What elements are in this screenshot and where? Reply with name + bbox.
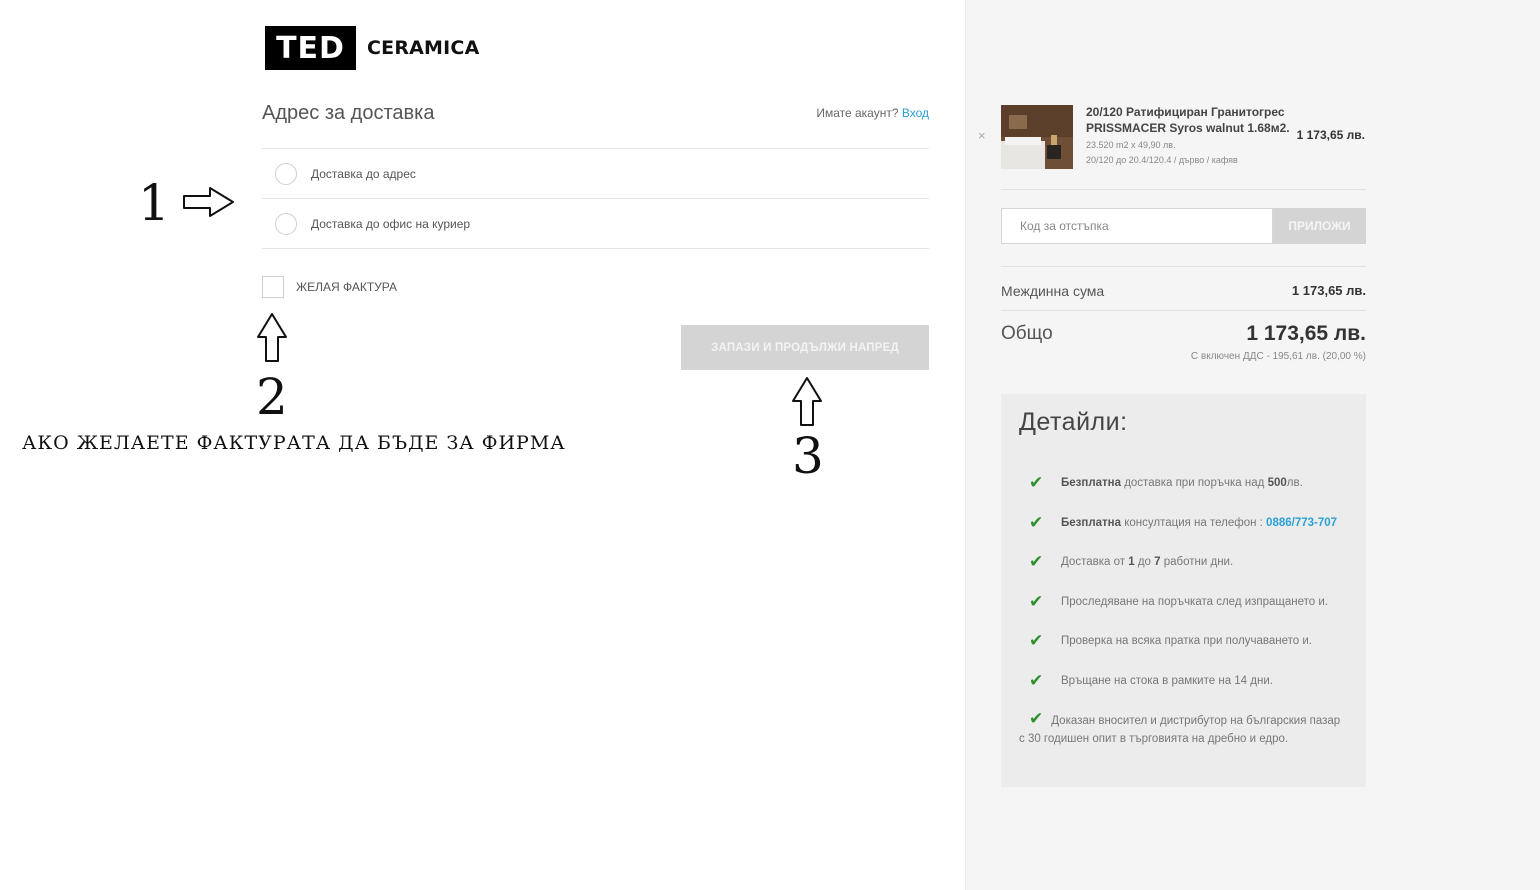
account-prompt-text: Имате акаунт?	[816, 106, 899, 120]
details-box: Детайли: ✔ Безплатна доставка при поръчк…	[1001, 394, 1366, 787]
arrow-up-icon	[257, 313, 287, 362]
divider	[1001, 310, 1366, 311]
login-link[interactable]: Вход	[902, 106, 929, 120]
invoice-checkbox[interactable]	[262, 276, 284, 298]
product-attributes: 20/120 до 20.4/120.4 / дърво / кафяв	[1086, 155, 1238, 165]
check-icon: ✔	[1029, 473, 1044, 492]
invoice-label: ЖЕЛАЯ ФАКТУРА	[296, 280, 397, 294]
detail-text: Безплатна доставка при поръчка над 500лв…	[1061, 477, 1303, 489]
detail-item: ✔ Безплатна доставка при поръчка над 500…	[1029, 474, 1349, 492]
save-continue-button[interactable]: ЗАПАЗИ И ПРОДЪЛЖИ НАПРЕД	[681, 325, 929, 370]
vat-note: С включен ДДС - 195,61 лв. (20,00 %)	[1190, 351, 1366, 362]
check-icon: ✔	[1029, 552, 1044, 571]
check-icon: ✔	[1029, 631, 1044, 650]
remove-item-icon[interactable]: ×	[978, 128, 986, 143]
radio-address[interactable]	[275, 163, 297, 185]
detail-text: Доказан вносител и дистрибутор на българ…	[1019, 715, 1341, 745]
detail-text: Връщане на стока в рамките на 14 дни.	[1061, 675, 1273, 687]
divider	[1001, 266, 1366, 267]
detail-text: Доставка от 1 до 7 работни дни.	[1061, 556, 1234, 568]
product-image-icon	[1001, 105, 1073, 169]
shipping-option-label: Доставка до адрес	[311, 167, 416, 181]
invoice-option[interactable]: ЖЕЛАЯ ФАКТУРА	[262, 276, 397, 298]
annotation-number-3: 3	[792, 427, 824, 485]
arrow-right-icon	[183, 187, 234, 217]
check-icon: ✔	[1029, 671, 1044, 690]
detail-item: ✔ Проследяване на поръчката след изпраща…	[1029, 593, 1349, 611]
detail-text: Безплатна консултация на телефон : 0886/…	[1061, 517, 1338, 529]
product-quantity: 23.520 m2 x 49,90 лв.	[1086, 140, 1176, 150]
detail-item: ✔ Доказан вносител и дистрибутор на бълга…	[1019, 710, 1349, 748]
logo-mark: TED	[265, 26, 356, 70]
detail-item: ✔ Връщане на стока в рамките на 14 дни.	[1029, 672, 1349, 690]
shipping-title: Адрес за доставка	[262, 102, 435, 124]
product-thumbnail[interactable]	[1001, 105, 1073, 169]
product-price: 1 173,65 лв.	[1296, 128, 1365, 142]
annotation-number-2: 2	[256, 368, 288, 426]
subtotal-label: Междинна сума	[1001, 283, 1105, 299]
divider	[262, 248, 929, 249]
detail-item: ✔ Доставка от 1 до 7 работни дни.	[1029, 553, 1349, 571]
divider	[1001, 189, 1366, 190]
check-icon: ✔	[1029, 513, 1044, 532]
product-name[interactable]: 20/120 Ратифициран Гранитогрес PRISSMACE…	[1086, 104, 1296, 136]
brand-logo[interactable]: TED CERAMICA	[265, 26, 479, 70]
annotation-note: АКО ЖЕЛАЕТЕ ФАКТУРАТА ДА БЪДЕ ЗА ФИРМА	[22, 432, 566, 454]
detail-text: Проследяване на поръчката след изпращане…	[1061, 596, 1329, 608]
detail-text: Проверка на всяка пратка при получаванет…	[1061, 635, 1312, 647]
detail-item: ✔ Проверка на всяка пратка при получаван…	[1029, 632, 1349, 650]
arrow-up-icon	[792, 377, 822, 426]
coupon-input[interactable]	[1001, 208, 1273, 244]
total-label: Общо	[1001, 323, 1053, 344]
total-value: 1 173,65 лв.	[1246, 322, 1366, 345]
details-title: Детайли:	[1019, 408, 1128, 436]
check-icon: ✔	[1029, 709, 1044, 728]
shipping-option-label: Доставка до офис на куриер	[311, 217, 471, 231]
phone-link[interactable]: 0886/773-707	[1266, 517, 1337, 529]
shipping-option-address[interactable]: Доставка до адрес	[262, 149, 929, 199]
shipping-option-courier-office[interactable]: Доставка до офис на куриер	[262, 199, 929, 249]
detail-item: ✔ Безплатна консултация на телефон : 088…	[1029, 514, 1349, 532]
check-icon: ✔	[1029, 592, 1044, 611]
annotation-number-1: 1	[138, 174, 170, 232]
apply-coupon-button[interactable]: ПРИЛОЖИ	[1273, 208, 1366, 244]
account-prompt: Имате акаунт? Вход	[816, 106, 929, 120]
subtotal-value: 1 173,65 лв.	[1291, 283, 1366, 298]
radio-courier-office[interactable]	[275, 213, 297, 235]
logo-text: CERAMICA	[367, 37, 480, 59]
